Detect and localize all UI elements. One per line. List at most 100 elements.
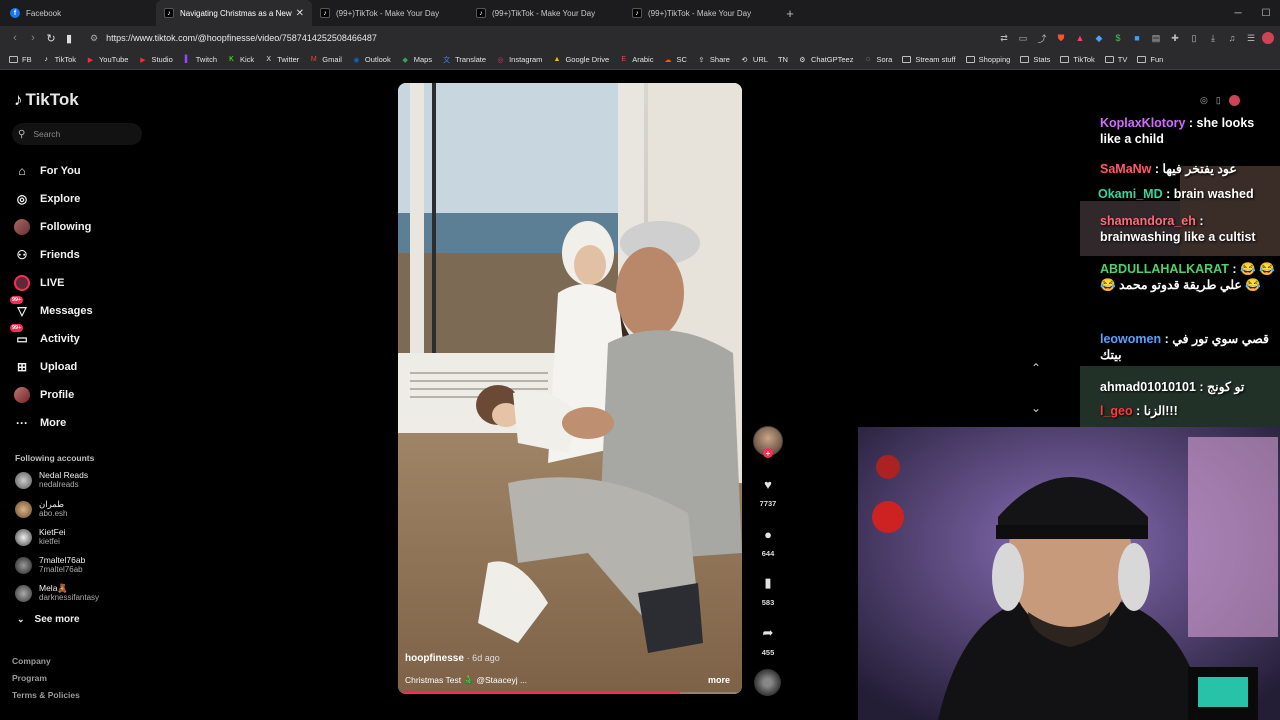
share-button[interactable]: ➦ 455 [752, 622, 784, 657]
brave-rewards-icon[interactable]: ▲ [1072, 30, 1088, 46]
extension-icon[interactable]: ▤ [1148, 30, 1164, 46]
following-account[interactable]: Mela🧸 darknessifantasy [15, 583, 99, 603]
bookmarks-bar: FB ♪ TikTok ▶ YouTube ▶ Studio ▌ Twitch K Kick X Twi… [0, 50, 1280, 70]
bookmark-item[interactable]: X Twitter [259, 51, 304, 69]
sidebar-icon[interactable]: ▯ [1186, 30, 1202, 46]
media-icon[interactable]: ♫ [1224, 30, 1240, 46]
sidebar-item-following[interactable]: Following [14, 213, 93, 241]
bookmark-item[interactable]: ▲ Google Drive [547, 51, 614, 69]
bookmark-item[interactable]: ◆ Maps [396, 51, 437, 69]
caption-more-button[interactable]: more [708, 675, 730, 685]
sidebar-item-activity[interactable]: ▭ 99+ Activity [10, 324, 93, 353]
bookmark-item[interactable]: TN [773, 51, 793, 69]
bookmark-item[interactable]: ▶ YouTube [81, 51, 133, 69]
browser-tab-active[interactable]: ♪ Navigating Christmas as a New M ✕ [156, 0, 312, 26]
bookmark-item[interactable]: K Kick [222, 51, 259, 69]
minimize-icon[interactable]: ─ [1224, 0, 1252, 26]
share-icon[interactable]: ⤴ [1034, 30, 1050, 46]
device-icon[interactable]: ▯ [1216, 95, 1221, 106]
sidebar-item-messages[interactable]: ▽ 99+ Messages [10, 296, 93, 325]
bookmark-item[interactable]: 文 Translate [437, 51, 491, 69]
bookmark-item[interactable]: ◎ Instagram [491, 51, 547, 69]
bookmark-item[interactable]: ⚙ ChatGPTeez [793, 51, 859, 69]
bookmark-item[interactable]: Fun [1132, 51, 1168, 69]
bookmark-item[interactable]: Shopping [961, 51, 1016, 69]
see-more-button[interactable]: ⌄ See more [17, 614, 80, 625]
new-tab-button[interactable]: + [780, 3, 800, 23]
avatar[interactable] [1228, 95, 1240, 106]
browser-tab[interactable]: ♪ (99+)TikTok - Make Your Day [624, 0, 780, 26]
follow-plus-icon[interactable]: + [763, 448, 773, 458]
bookmark-item[interactable]: TV [1100, 51, 1133, 69]
bookmark-item[interactable]: ◉ Outlook [347, 51, 396, 69]
maximize-icon[interactable]: ☐ [1252, 0, 1280, 26]
menu-icon[interactable]: ☰ [1243, 30, 1259, 46]
video-author[interactable]: hoopfinesse · 6d ago [405, 653, 500, 664]
compass-icon: ◎ [16, 192, 28, 206]
following-account[interactable]: KietFei kietfei [15, 527, 65, 547]
site-info-icon[interactable]: ⚙ [90, 33, 98, 44]
video-progress-bar[interactable] [398, 692, 742, 694]
cast-icon[interactable]: ▭ [1015, 30, 1031, 46]
reload-icon[interactable]: ↻ [42, 28, 60, 48]
browser-tab[interactable]: ♪ (99+)TikTok - Make Your Day [312, 0, 468, 26]
close-icon[interactable]: ✕ [296, 8, 304, 19]
bookmark-item[interactable]: TikTok [1055, 51, 1099, 69]
sidebar-item-profile[interactable]: Profile [14, 381, 93, 409]
following-account[interactable]: طمران abo.esh [15, 499, 67, 519]
bookmark-item[interactable]: Ε Arabic [614, 51, 658, 69]
video-player[interactable]: hoopfinesse · 6d ago Christmas Test 🎄 @S… [398, 83, 742, 694]
download-icon[interactable]: ⤓ [1205, 30, 1221, 46]
footer-link-program[interactable]: Program [12, 673, 47, 683]
chevron-down-icon[interactable]: ⌄ [1031, 401, 1041, 415]
sidebar-item-friends[interactable]: ⚇ Friends [14, 241, 93, 269]
footer-link-company[interactable]: Company [12, 656, 51, 666]
bookmark-item[interactable]: ▌ Twitch [178, 51, 222, 69]
bookmark-item[interactable]: ⟲ URL [735, 51, 773, 69]
puzzle-icon[interactable]: ✚ [1167, 30, 1183, 46]
extension-icon[interactable]: ◆ [1091, 30, 1107, 46]
bookmark-item[interactable]: ♪ TikTok [37, 51, 81, 69]
bookmark-item[interactable]: ☁ SC [658, 51, 691, 69]
chevron-up-icon[interactable]: ⌃ [1031, 361, 1041, 375]
sidebar-item-for-you[interactable]: ⌂ For You [14, 157, 93, 185]
following-account[interactable]: Nedal Reads nedalreads [15, 470, 88, 490]
settings-icon[interactable]: ◎ [1200, 95, 1208, 106]
progress-fill [398, 692, 681, 694]
browser-tab-facebook[interactable]: f Facebook [0, 0, 156, 26]
save-count: 583 [761, 598, 775, 607]
bookmark-item[interactable]: ▶ Studio [133, 51, 177, 69]
brave-shield-icon[interactable]: ⛊ [1053, 30, 1069, 46]
account-handle: abo.esh [39, 509, 68, 518]
bookmark-item[interactable]: Stats [1015, 51, 1055, 69]
comment-button[interactable]: ● 644 [752, 523, 784, 559]
sidebar-item-live[interactable]: LIVE [14, 269, 93, 297]
extension-icon[interactable]: ■ [1129, 30, 1145, 46]
save-button[interactable]: ▮ 583 [752, 572, 784, 607]
bookmark-item[interactable]: Stream stuff [897, 51, 960, 69]
soundcloud-icon: ☁ [664, 56, 672, 64]
avatar[interactable] [1262, 32, 1274, 44]
bookmark-item[interactable]: M Gmail [304, 51, 347, 69]
footer-link-terms[interactable]: Terms & Policies [12, 690, 80, 700]
bookmark-icon[interactable]: ▮ [60, 28, 78, 48]
back-arrow-icon[interactable]: ‹ [6, 28, 24, 48]
address-bar[interactable]: ⚙ https://www.tiktok.com/@hoopfinesse/vi… [84, 29, 984, 47]
following-account[interactable]: 7maltel76ab 7maltel76ab [15, 555, 85, 575]
bookmark-item[interactable]: ◌ Sora [858, 51, 897, 69]
sidebar-item-upload[interactable]: ⊞ Upload [14, 353, 93, 381]
tiktok-logo[interactable]: ♪ TikTok [14, 90, 79, 110]
translate-icon[interactable]: ⇄ [996, 30, 1012, 46]
like-button[interactable]: ♥ 7737 [752, 473, 784, 509]
sidebar-item-more[interactable]: ··· More [14, 409, 93, 437]
forward-arrow-icon[interactable]: › [24, 28, 42, 48]
bookmark-item[interactable]: FB [4, 51, 37, 69]
music-disc-icon[interactable] [754, 669, 781, 696]
sidebar-item-explore[interactable]: ◎ Explore [14, 185, 93, 213]
folder-icon [902, 56, 912, 63]
bookmark-item[interactable]: ⇪ Share [692, 51, 735, 69]
browser-tab[interactable]: ♪ (99+)TikTok - Make Your Day [468, 0, 624, 26]
extension-icon[interactable]: $ [1110, 30, 1126, 46]
search-input[interactable]: ⚲ Search [12, 123, 142, 145]
translate-icon: 文 [443, 56, 451, 64]
